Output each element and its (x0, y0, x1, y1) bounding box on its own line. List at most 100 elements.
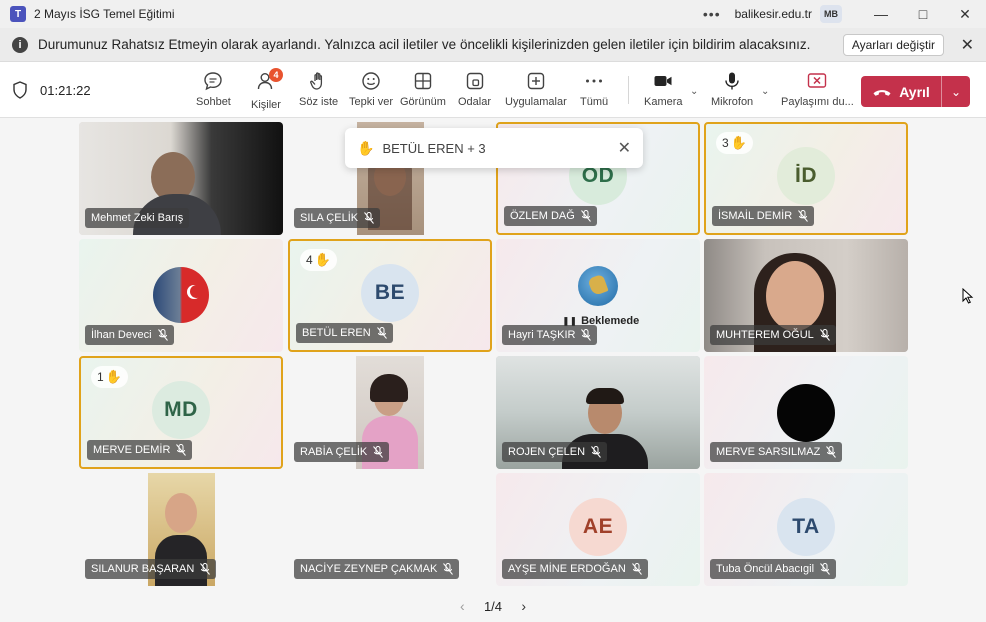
leave-chevron-icon[interactable]: ⌄ (942, 85, 970, 99)
raise-hand-label: Söz iste (299, 96, 339, 108)
meeting-timer: 01:21:22 (40, 83, 91, 98)
mic-muted-icon (364, 212, 374, 224)
participant-name: MERVE DEMİR (93, 444, 171, 456)
participant-avatar: AE (569, 497, 627, 556)
participant-nametag: NACİYE ZEYNEP ÇAKMAK (294, 559, 460, 579)
participant-avatar: BE (361, 263, 419, 322)
toolbar-divider (628, 76, 629, 104)
stop-share-icon (808, 73, 827, 88)
minimize-icon[interactable]: — (860, 0, 902, 28)
microphone-button[interactable]: Mikrofon (711, 70, 753, 114)
participant-tile[interactable]: AE AYŞE MİNE ERDOĞAN (496, 473, 700, 586)
view-button[interactable]: Görünüm (400, 70, 446, 114)
participant-tile[interactable]: İD 3 ✋ İSMAİL DEMİR (704, 122, 908, 235)
banner-text: Durumunuz Rahatsız Etmeyin olarak ayarla… (38, 37, 811, 52)
participant-tile[interactable]: RABİA ÇELİK (288, 356, 492, 469)
mic-muted-icon (580, 210, 591, 222)
rooms-label: Odalar (458, 96, 492, 108)
participant-tile[interactable]: MERVE SARSILMAZ (704, 356, 908, 469)
mic-muted-icon (176, 444, 187, 456)
participant-nametag: BETÜL EREN (296, 323, 393, 343)
participant-name: MUHTEREM OĞUL (716, 329, 814, 341)
participant-nametag: SILANUR BAŞARAN (85, 559, 217, 579)
mic-muted-icon (373, 446, 384, 458)
banner-close-icon[interactable]: ✕ (961, 35, 974, 55)
participant-nametag: İSMAİL DEMİR (712, 206, 815, 226)
maximize-icon[interactable]: □ (902, 0, 944, 28)
participant-hair (370, 374, 408, 402)
raise-hand-button[interactable]: Söz iste (299, 70, 338, 114)
raise-hand-icon: ✋ (314, 252, 331, 267)
participant-nametag: ÖZLEM DAĞ (504, 206, 597, 226)
raised-hand-badge: 4 ✋ (300, 249, 337, 271)
more-options-icon[interactable]: ••• (703, 6, 721, 22)
raised-hand-badge: 3 ✋ (716, 132, 753, 154)
participant-name: SILA ÇELİK (300, 212, 359, 224)
participant-tile[interactable]: MUHTEREM OĞUL (704, 239, 908, 352)
mic-muted-icon (376, 327, 387, 339)
mic-muted-icon (798, 210, 809, 222)
participant-tile[interactable]: TA Tuba Öncül Abacıgil (704, 473, 908, 586)
participant-name: ROJEN ÇELEN (508, 446, 586, 458)
change-settings-button[interactable]: Ayarları değiştir (842, 34, 944, 56)
people-label: Kişiler (251, 99, 281, 111)
participant-tile[interactable]: NACİYE ZEYNEP ÇAKMAK (288, 473, 492, 586)
user-avatar[interactable]: MB (820, 5, 842, 23)
stop-sharing-label: Paylaşımı du... (781, 96, 854, 108)
people-button[interactable]: 4 Kişiler (251, 68, 283, 114)
people-count-badge: 4 (268, 68, 283, 82)
more-button[interactable]: Tümü (580, 70, 608, 114)
more-label: Tümü (580, 96, 609, 108)
previous-page-icon[interactable]: ‹ (460, 598, 465, 614)
camera-chevron-icon[interactable]: ⌄ (690, 86, 698, 97)
participant-tile[interactable]: MD 1 ✋ MERVE DEMİR (79, 356, 283, 469)
rooms-button[interactable]: Odalar (458, 70, 491, 114)
participant-tile[interactable]: SILANUR BAŞARAN (79, 473, 283, 586)
raised-hands-toast[interactable]: ✋ BETÜL EREN + 3 ✕ (345, 128, 643, 168)
next-page-icon[interactable]: › (521, 598, 526, 614)
chat-label: Sohbet (196, 96, 231, 108)
camera-button[interactable]: Kamera (644, 70, 683, 114)
meeting-toolbar: 01:21:22 Sohbet 4 Kişiler Söz iste Tepki… (0, 62, 986, 118)
participant-tile[interactable]: Mehmet Zeki Barış (79, 122, 283, 235)
info-icon: i (12, 36, 28, 53)
hand-order: 1 (97, 370, 104, 384)
participant-avatar: MD (152, 380, 210, 439)
participant-nametag: Hayri TAŞKIR (502, 325, 598, 345)
mic-muted-icon (820, 563, 830, 575)
microphone-chevron-icon[interactable]: ⌄ (761, 86, 769, 97)
chat-button[interactable]: Sohbet (196, 70, 231, 114)
profile-photo (153, 267, 209, 323)
participant-name: Hayri TAŞKIR (508, 329, 576, 341)
leave-label: Ayrıl (899, 83, 930, 100)
participant-nametag: SILA ÇELİK (294, 208, 381, 228)
hand-order: 3 (722, 136, 729, 150)
participant-avatar: İD (777, 146, 835, 205)
close-window-icon[interactable]: ✕ (944, 0, 986, 28)
participant-face (165, 493, 197, 533)
toast-close-icon[interactable]: ✕ (618, 138, 631, 158)
stop-sharing-button[interactable]: Paylaşımı du... (781, 70, 854, 114)
participant-name: ÖZLEM DAĞ (510, 210, 575, 222)
participant-tile[interactable]: ROJEN ÇELEN (496, 356, 700, 469)
apps-button[interactable]: Uygulamalar (505, 70, 567, 114)
camera-label: Kamera (644, 96, 683, 108)
react-button[interactable]: Tepki ver (349, 70, 393, 114)
participant-tile[interactable]: ❚❚ Beklemede Hayri TAŞKIR (496, 239, 700, 352)
participant-nametag: RABİA ÇELİK (294, 442, 390, 462)
participant-tile[interactable]: İlhan Deveci (79, 239, 283, 352)
mic-muted-icon (157, 329, 168, 341)
participant-nametag: AYŞE MİNE ERDOĞAN (502, 559, 648, 579)
participant-nametag: Tuba Öncül Abacıgil (710, 559, 837, 579)
participant-tile[interactable]: BE 4 ✋ BETÜL EREN (288, 239, 492, 352)
participant-name: RABİA ÇELİK (300, 446, 368, 458)
leave-main[interactable]: Ayrıl (861, 76, 941, 107)
microphone-icon (725, 72, 739, 90)
participant-hair (586, 388, 624, 404)
view-label: Görünüm (400, 96, 446, 108)
raise-hand-icon (309, 72, 322, 90)
leave-button[interactable]: Ayrıl ⌄ (861, 76, 970, 107)
participant-name: MERVE SARSILMAZ (716, 446, 821, 458)
participant-name: NACİYE ZEYNEP ÇAKMAK (300, 563, 438, 575)
add-app-icon (527, 72, 545, 90)
